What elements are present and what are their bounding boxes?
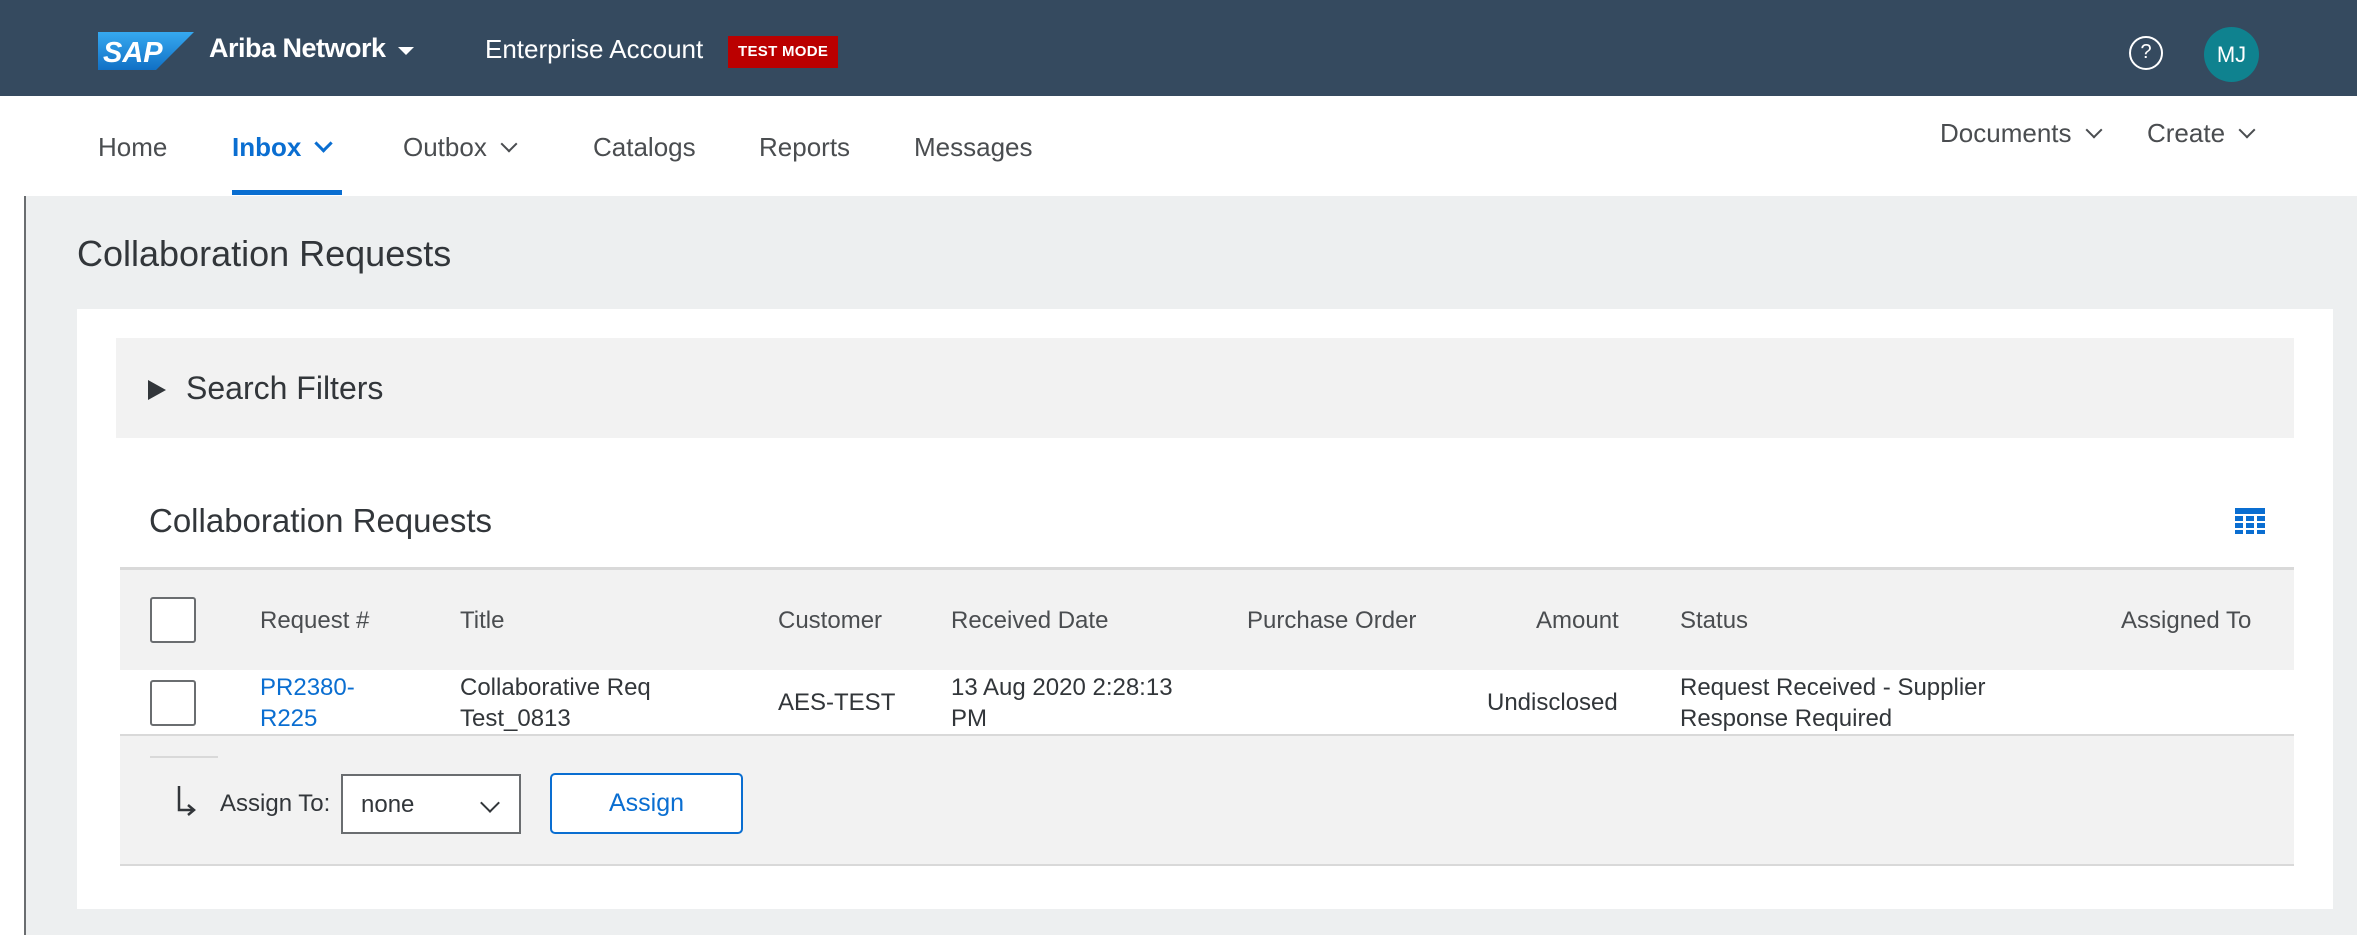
assign-to-select[interactable]: none — [341, 774, 521, 834]
page-title: Collaboration Requests — [77, 233, 452, 274]
request-number-line: R225 — [260, 705, 318, 732]
chevron-down-icon — [2085, 121, 2102, 138]
test-mode-badge: TEST MODE — [728, 36, 839, 68]
nav-messages[interactable]: Messages — [914, 132, 1033, 163]
chevron-down-icon — [2238, 121, 2256, 138]
help-icon[interactable]: ? — [2129, 36, 2163, 70]
row-checkbox[interactable] — [150, 680, 196, 726]
nav-messages-label: Messages — [914, 132, 1033, 162]
search-filters-label: Search Filters — [186, 370, 384, 406]
nav-catalogs[interactable]: Catalogs — [593, 132, 696, 163]
row-status-line: Request Received - Supplier — [1680, 674, 1986, 701]
nav-create-label: Create — [2147, 118, 2226, 148]
assign-toolbar: Assign To: none Assign — [120, 736, 2294, 866]
column-header-received-date[interactable]: Received Date — [951, 607, 1108, 635]
row-status: Request Received - Supplier Response Req… — [1680, 672, 1986, 734]
nav-inbox-label: Inbox — [232, 132, 302, 162]
column-header-assigned-to[interactable]: Assigned To — [2121, 607, 2251, 635]
nav-catalogs-label: Catalogs — [593, 132, 696, 162]
row-customer: AES-TEST — [778, 689, 896, 716]
select-all-checkbox[interactable] — [150, 597, 196, 643]
table-header: Request # Title Customer Received Date P… — [120, 570, 2294, 670]
table-row: PR2380- R225 Collaborative Req Test_0813… — [120, 670, 2294, 736]
network-label: Ariba Network — [209, 33, 386, 63]
nav-inbox[interactable]: Inbox — [232, 132, 334, 163]
chevron-down-icon — [480, 793, 500, 813]
row-status-line: Response Required — [1680, 705, 1893, 732]
expand-triangle-icon — [148, 380, 166, 400]
account-label: Enterprise Account — [485, 34, 704, 64]
assign-to-label: Assign To: — [220, 790, 331, 817]
nav-reports[interactable]: Reports — [759, 132, 850, 163]
request-number-line: PR2380- — [260, 674, 355, 701]
row-amount: Undisclosed — [1487, 689, 1618, 716]
nav-documents[interactable]: Documents — [1940, 118, 2102, 149]
row-title-line: Test_0813 — [460, 705, 571, 732]
column-header-request[interactable]: Request # — [260, 607, 369, 635]
column-header-customer[interactable]: Customer — [778, 607, 882, 635]
column-header-status[interactable]: Status — [1680, 607, 1748, 635]
chevron-down-icon — [314, 134, 334, 153]
table-settings-icon[interactable] — [2235, 508, 2265, 534]
row-received-date-line: 13 Aug 2020 2:28:13 — [951, 674, 1173, 701]
column-header-purchase-order[interactable]: Purchase Order — [1247, 607, 1416, 635]
nav-create[interactable]: Create — [2147, 118, 2256, 149]
row-received-date: 13 Aug 2020 2:28:13 PM — [951, 672, 1173, 734]
caret-down-icon — [397, 46, 414, 55]
chevron-down-icon — [500, 135, 518, 152]
assign-to-value: none — [361, 791, 415, 818]
sap-logo: SAP — [98, 32, 194, 70]
nav-home[interactable]: Home — [98, 132, 167, 163]
nav-active-indicator — [232, 190, 342, 195]
main-nav: Home Inbox Outbox Catalogs Reports Messa… — [0, 96, 2357, 196]
nav-documents-label: Documents — [1940, 118, 2072, 148]
sap-logo-text: SAP — [103, 37, 163, 69]
section-title: Collaboration Requests — [149, 502, 493, 539]
return-arrow-icon — [177, 786, 196, 816]
nav-outbox-label: Outbox — [403, 132, 487, 162]
assign-button[interactable]: Assign — [550, 773, 743, 834]
row-received-date-line: PM — [951, 705, 987, 732]
nav-outbox[interactable]: Outbox — [403, 132, 518, 163]
nav-reports-label: Reports — [759, 132, 851, 162]
request-number-link[interactable]: PR2380- R225 — [260, 672, 355, 734]
user-avatar[interactable]: MJ — [2204, 27, 2259, 82]
row-title: Collaborative Req Test_0813 — [460, 672, 651, 734]
toolbar-divider — [150, 756, 218, 758]
column-header-amount[interactable]: Amount — [1536, 607, 1619, 635]
shell-bar: SAP Ariba Network Enterprise Account TES… — [0, 0, 2357, 96]
network-switcher[interactable]: Ariba Network — [209, 33, 414, 64]
row-title-line: Collaborative Req — [460, 674, 651, 701]
nav-home-label: Home — [98, 132, 168, 162]
search-filters-toggle[interactable]: Search Filters — [116, 338, 2294, 438]
column-header-title[interactable]: Title — [460, 607, 504, 635]
